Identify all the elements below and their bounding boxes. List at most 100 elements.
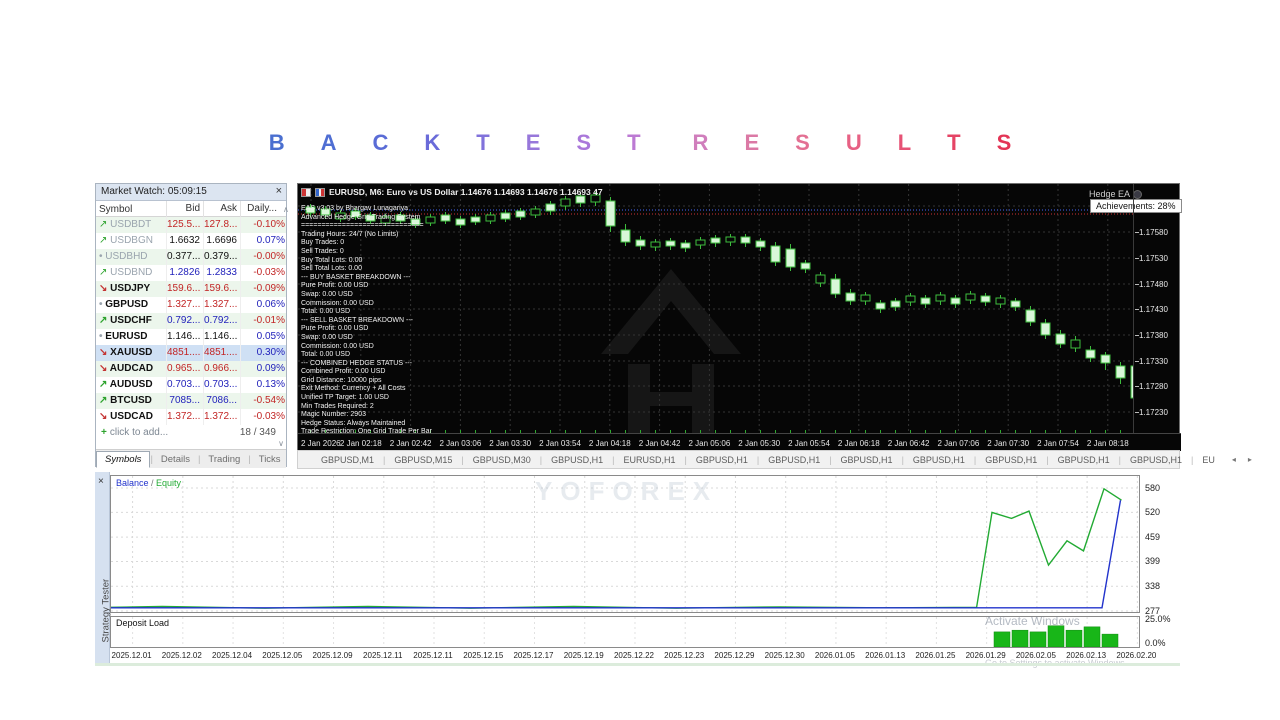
market-watch-row[interactable]: ↘ USDJPY 159.6... 159.6... -0.09% xyxy=(96,281,286,297)
chart-tab[interactable]: GBPUSD,H1 xyxy=(1121,455,1191,465)
market-watch-row[interactable]: • GBPUSD 1.327... 1.327... 0.06% xyxy=(96,297,286,313)
market-watch-footer: + click to add... 18 / 349 xyxy=(96,425,286,441)
time-axis[interactable]: 2 Jan 2026 2 Jan 02:18 2 Jan 02:42 2 Jan 03… xyxy=(298,433,1181,451)
candlestick xyxy=(740,234,751,433)
tab-details[interactable]: Details xyxy=(153,452,198,467)
market-watch-row[interactable]: • EURUSD 1.146... 1.146... 0.05% xyxy=(96,329,286,345)
market-watch-row[interactable]: ↗ AUDUSD 0.703... 0.703... 0.13% xyxy=(96,377,286,393)
legend-equity: Equity xyxy=(156,478,182,488)
market-watch-row[interactable]: ↗ USDBND 1.2826 1.2833 -0.03% xyxy=(96,265,286,281)
candlestick xyxy=(530,206,541,433)
add-symbol-label[interactable]: click to add... xyxy=(110,427,168,438)
candlestick xyxy=(710,235,721,433)
tester-date-label: 2025.12.04 xyxy=(212,651,253,660)
market-watch-row[interactable]: • USDBHD 0.377... 0.379... -0.00% xyxy=(96,249,286,265)
ea-overlay-line: Advanced Hedge Grid Trading System xyxy=(301,213,421,221)
price-tick xyxy=(1135,361,1139,362)
daily-cell: 0.30% xyxy=(240,345,288,361)
price-tick xyxy=(1135,258,1139,259)
title-letter: A xyxy=(320,130,337,155)
price-tick xyxy=(1135,412,1139,413)
market-watch-row[interactable]: ↘ XAUUSD 4851.... 4851.... 0.30% xyxy=(96,345,286,361)
ea-overlay-line: --- COMBINED HEDGE STATUS --- xyxy=(301,359,412,367)
tester-close-icon[interactable]: × xyxy=(98,476,104,487)
column-header-bid[interactable]: Bid xyxy=(166,201,203,217)
bid-cell: 0.377... xyxy=(166,249,203,265)
close-icon[interactable]: × xyxy=(276,185,282,197)
title-letter: T xyxy=(947,130,961,155)
chart-tab[interactable]: GBPUSD,H1 xyxy=(759,455,829,465)
title-letter: S xyxy=(576,130,592,155)
scroll-down-icon[interactable]: ∨ xyxy=(278,439,284,448)
tabs-scroll-left-icon[interactable]: ◂ xyxy=(1228,455,1240,464)
market-watch-row[interactable]: ↗ USDBDT 125.5... 127.8... -0.10% xyxy=(96,217,286,233)
price-label: 1.17480 xyxy=(1135,280,1168,289)
tab-ticks[interactable]: Ticks xyxy=(251,452,289,467)
daily-cell: -0.09% xyxy=(240,281,288,297)
chart-tab[interactable]: GBPUSD,M15 xyxy=(385,455,461,465)
chart-panel[interactable]: EURUSD, M6: Euro vs US Dollar 1.14676 1.… xyxy=(297,183,1182,451)
add-symbol-icon[interactable]: + xyxy=(96,427,110,438)
market-watch-row[interactable]: ↘ USDCAD 1.372... 1.372... -0.03% xyxy=(96,409,286,425)
tester-date-label: 2025.12.23 xyxy=(664,651,705,660)
candlestick xyxy=(500,210,511,433)
candlestick xyxy=(830,274,841,433)
price-label: 1.17330 xyxy=(1135,357,1168,366)
column-header-symbol[interactable]: Symbol xyxy=(96,204,166,215)
market-watch-column-header: Symbol Bid Ask Daily... ∧ xyxy=(96,201,289,217)
deposit-load-bar xyxy=(1047,625,1065,648)
candlestick xyxy=(545,201,556,433)
chart-tab[interactable]: GBPUSD,H1 xyxy=(687,455,757,465)
price-label: 1.17530 xyxy=(1135,254,1168,263)
price-axis[interactable]: 1.17580 1.17530 1.17480 1.17430 1.17380 1.173… xyxy=(1133,184,1181,433)
market-watch-row[interactable]: ↗ BTCUSD 7085... 7086... -0.54% xyxy=(96,393,286,409)
market-watch-row[interactable]: ↘ AUDCAD 0.965... 0.966... 0.09% xyxy=(96,361,286,377)
tester-date-label: 2026.01.05 xyxy=(814,651,855,660)
tester-date-label: 2026.01.13 xyxy=(865,651,906,660)
daily-cell: -0.01% xyxy=(240,313,288,329)
ea-overlay-line: Exit Method: Currency + All Costs xyxy=(301,385,406,393)
time-label: 2 Jan 06:42 xyxy=(887,439,930,448)
symbol-cell: ↗ USDBGN xyxy=(99,235,153,246)
chart-tab[interactable]: GBPUSD,M1 xyxy=(312,455,383,465)
candlestick xyxy=(785,244,796,433)
price-label: 1.17380 xyxy=(1135,331,1168,340)
chart-tab[interactable]: GBPUSD,H1 xyxy=(976,455,1046,465)
ea-overlay-line: Pure Profit: 0.00 USD xyxy=(301,282,369,290)
market-watch-title: Market Watch: 05:09:15 xyxy=(101,186,207,197)
down-trend-icon: ↘ xyxy=(99,411,111,422)
scroll-up-icon[interactable]: ∧ xyxy=(280,205,289,214)
time-label: 2 Jan 2026 xyxy=(301,439,341,448)
daily-cell: -0.00% xyxy=(240,249,288,265)
deposit-load-bar xyxy=(993,631,1011,648)
chart-tab[interactable]: GBPUSD,H1 xyxy=(542,455,612,465)
ea-overlay-line: Unified TP Target: 1.00 USD xyxy=(301,394,389,402)
column-header-daily[interactable]: Daily... xyxy=(240,201,280,217)
tabs-scroll-right-icon[interactable]: ▸ xyxy=(1244,455,1256,464)
tab-trading[interactable]: Trading xyxy=(200,452,248,467)
up-trend-icon: ↗ xyxy=(99,267,111,278)
legend-separator: / xyxy=(148,478,157,488)
deposit-load-bar xyxy=(1101,633,1119,648)
chart-tab[interactable]: EU xyxy=(1193,455,1224,465)
candlestick xyxy=(440,212,451,433)
time-label: 2 Jan 03:06 xyxy=(439,439,482,448)
up-trend-icon: ↗ xyxy=(99,315,111,326)
chart-tab[interactable]: GBPUSD,H1 xyxy=(904,455,974,465)
market-watch-row[interactable]: ↗ USDCHF 0.792... 0.792... -0.01% xyxy=(96,313,286,329)
market-watch-header: Market Watch: 05:09:15 × xyxy=(96,184,286,201)
ea-status-overlay: EAS v3.03 by Bhargav Lunagariya Advanced … xyxy=(301,205,432,437)
tab-symbols[interactable]: Symbols xyxy=(96,450,151,468)
down-trend-icon: ↘ xyxy=(99,283,111,294)
chart-tab[interactable]: GBPUSD,M30 xyxy=(464,455,540,465)
tester-date-label: 2025.12.11 xyxy=(363,651,403,660)
chart-tab[interactable]: GBPUSD,H1 xyxy=(1049,455,1119,465)
price-tick xyxy=(1135,309,1139,310)
column-header-ask[interactable]: Ask xyxy=(203,201,240,217)
tester-y-label: 459 xyxy=(1145,532,1161,543)
bid-cell: 0.965... xyxy=(166,361,203,377)
chart-titlebar: EURUSD, M6: Euro vs US Dollar 1.14676 1.… xyxy=(301,187,603,197)
chart-tab[interactable]: EURUSD,H1 xyxy=(614,455,684,465)
chart-tab[interactable]: GBPUSD,H1 xyxy=(832,455,902,465)
market-watch-row[interactable]: ↗ USDBGN 1.6632 1.6696 0.07% xyxy=(96,233,286,249)
